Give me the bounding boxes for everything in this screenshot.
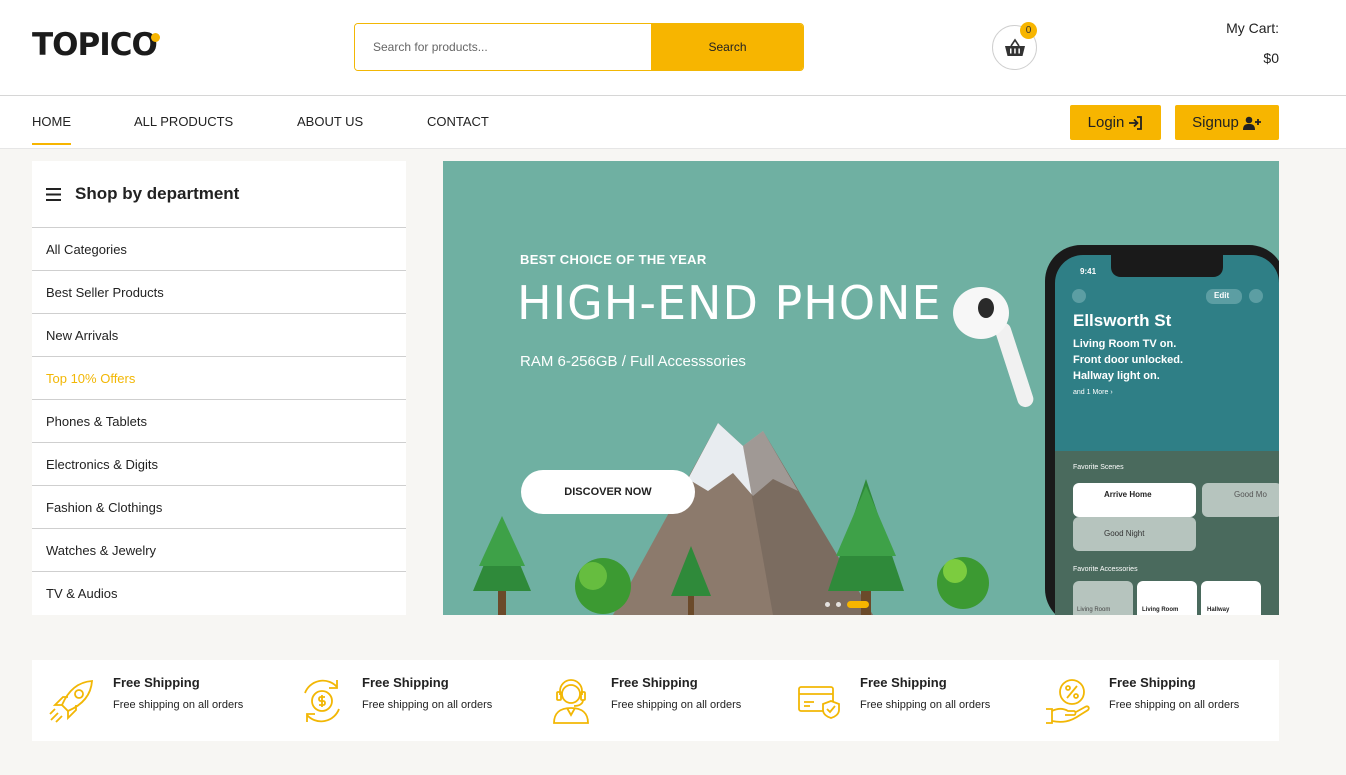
- feature-title: Free Shipping: [860, 675, 947, 690]
- phone-edit: Edit: [1214, 291, 1230, 300]
- dept-fashion[interactable]: Fashion & Clothings: [32, 486, 406, 529]
- feature-item: Free Shipping Free shipping on all order…: [530, 660, 779, 741]
- banner-headline: HIGH-END PHONE: [517, 276, 942, 330]
- feature-desc: Free shipping on all orders: [362, 699, 493, 711]
- search-input[interactable]: [355, 24, 651, 70]
- dept-phones-tablets[interactable]: Phones & Tablets: [32, 400, 406, 443]
- secure-card-icon: [798, 686, 840, 719]
- bush-right: [937, 557, 989, 609]
- dept-top-offers[interactable]: Top 10% Offers: [32, 357, 406, 400]
- nav-all-products[interactable]: ALL PRODUCTS: [134, 96, 233, 148]
- cart-count-badge: 0: [1020, 22, 1037, 39]
- dept-all-categories[interactable]: All Categories: [32, 228, 406, 271]
- feature-desc: Free shipping on all orders: [1109, 699, 1240, 711]
- phone-scene-3: Good Mo: [1234, 490, 1267, 499]
- feature-desc: Free shipping on all orders: [113, 699, 244, 711]
- feature-item: Free Shipping Free shipping on all order…: [1028, 660, 1279, 741]
- login-label: Login: [1087, 114, 1125, 131]
- hero-banner: BEST CHOICE OF THE YEAR HIGH-END PHONE R…: [443, 161, 1279, 615]
- phone-status-2: Front door unlocked.: [1073, 354, 1183, 366]
- money-refresh-icon: [304, 679, 340, 723]
- nav-home[interactable]: HOME: [32, 96, 71, 148]
- signup-label: Signup: [1192, 114, 1239, 131]
- phone-status-3: Hallway light on.: [1073, 370, 1160, 382]
- banner-eyebrow: BEST CHOICE OF THE YEAR: [520, 252, 707, 267]
- department-menu: Shop by department All Categories Best S…: [32, 161, 406, 615]
- logo-text: TOPICO: [32, 27, 158, 63]
- dept-watches[interactable]: Watches & Jewelry: [32, 529, 406, 572]
- phone-time: 9:41: [1080, 267, 1097, 276]
- logo-dot: [150, 33, 160, 42]
- phone-location: Ellsworth St: [1073, 311, 1172, 330]
- department-title: Shop by department: [75, 184, 240, 203]
- phone-status-1: Living Room TV on.: [1073, 338, 1177, 350]
- dept-best-seller[interactable]: Best Seller Products: [32, 271, 406, 314]
- banner-subtitle: RAM 6-256GB / Full Accesssories: [520, 353, 746, 370]
- slider-dot[interactable]: [825, 602, 830, 607]
- feature-item: Free Shipping Free shipping on all order…: [281, 660, 530, 741]
- add-user-icon: [1242, 116, 1261, 130]
- feature-title: Free Shipping: [1109, 675, 1196, 690]
- hamburger-icon: [46, 187, 61, 201]
- dept-tv-audios[interactable]: TV & Audios: [32, 572, 406, 615]
- feature-title: Free Shipping: [113, 675, 200, 690]
- feature-desc: Free shipping on all orders: [860, 699, 991, 711]
- cart-label: My Cart:: [1226, 20, 1279, 36]
- login-button[interactable]: Login: [1070, 105, 1161, 140]
- feature-title: Free Shipping: [611, 675, 698, 690]
- discount-hand-icon: [1046, 679, 1090, 724]
- nav-about-us[interactable]: ABOUT US: [297, 96, 363, 148]
- signup-button[interactable]: Signup: [1175, 105, 1279, 140]
- slider-dots: [825, 601, 869, 608]
- feature-desc: Free shipping on all orders: [611, 699, 742, 711]
- search-bar: Search: [354, 23, 804, 71]
- banner-illustration: [473, 245, 1279, 615]
- cart-summary[interactable]: My Cart: $0: [1226, 20, 1279, 66]
- login-arrow-icon: [1129, 115, 1143, 130]
- phone-scenes-label: Favorite Scenes: [1073, 464, 1124, 471]
- features-strip: Free Shipping Free shipping on all order…: [32, 660, 1279, 741]
- search-button[interactable]: Search: [651, 24, 803, 70]
- phone-accessory-2: Living Room: [1142, 607, 1179, 613]
- phone-accessory-3: Hallway: [1207, 607, 1230, 613]
- discover-now-button[interactable]: DISCOVER NOW: [521, 470, 695, 514]
- bush-left: [575, 558, 631, 614]
- slider-dot[interactable]: [836, 602, 841, 607]
- airpod: [953, 287, 1034, 408]
- feature-title: Free Shipping: [362, 675, 449, 690]
- phone-more: and 1 More ›: [1073, 389, 1113, 396]
- phone-scene-2: Good Night: [1104, 529, 1145, 538]
- main-nav: HOME ALL PRODUCTS ABOUT US CONTACT Login…: [0, 96, 1346, 149]
- department-header[interactable]: Shop by department: [32, 161, 406, 228]
- phone: [1045, 245, 1279, 615]
- top-header: TOPICO Search 0 My Cart: $0: [0, 0, 1346, 96]
- slider-dot-active[interactable]: [847, 601, 869, 608]
- cart-button[interactable]: 0: [992, 22, 1037, 70]
- feature-item: Free Shipping Free shipping on all order…: [779, 660, 1028, 741]
- rocket-icon: [49, 680, 93, 723]
- phone-scene-1: Arrive Home: [1104, 490, 1152, 499]
- phone-accessories-label: Favorite Accessories: [1073, 566, 1138, 573]
- dept-electronics[interactable]: Electronics & Digits: [32, 443, 406, 486]
- dept-new-arrivals[interactable]: New Arrivals: [32, 314, 406, 357]
- tree-left: [473, 516, 531, 615]
- phone-accessory-1: Living Room: [1077, 607, 1111, 613]
- site-logo[interactable]: TOPICO: [32, 26, 160, 64]
- support-agent-icon: [553, 679, 589, 724]
- nav-contact[interactable]: CONTACT: [427, 96, 489, 148]
- feature-item: Free Shipping Free shipping on all order…: [32, 660, 281, 741]
- basket-icon: [1005, 38, 1025, 56]
- cart-total: $0: [1263, 50, 1279, 66]
